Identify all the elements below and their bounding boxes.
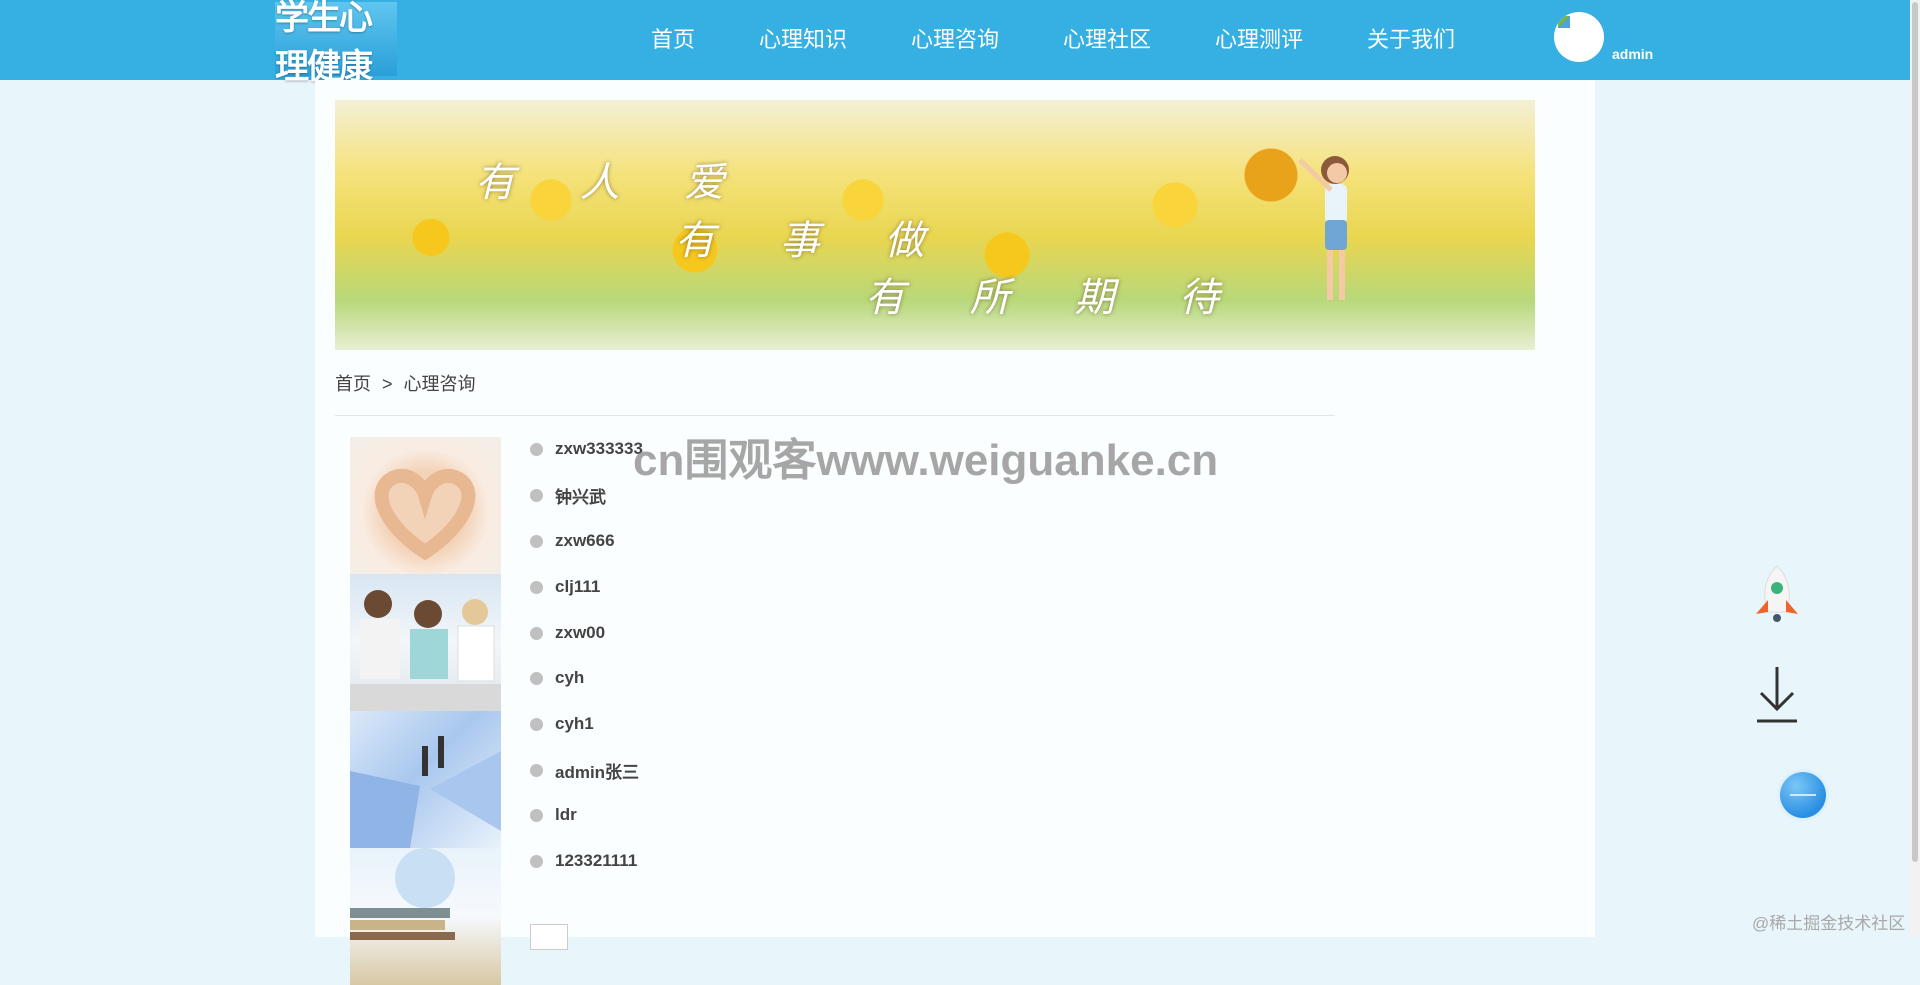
- overlay-watermark: cn围观客www.weiguanke.cn: [633, 436, 1219, 485]
- books-globe-image: [350, 848, 501, 985]
- banner-image: 有 人 爱 有 事 做 有 所 期 待: [335, 100, 1535, 350]
- banner-line-3: 有 所 期 待: [865, 275, 1246, 321]
- consultation-meeting-image: [350, 574, 501, 711]
- bullet-icon: [530, 763, 543, 777]
- bullet-icon: [530, 854, 543, 868]
- list-item[interactable]: cyh: [530, 666, 584, 690]
- bullet-icon: [530, 442, 543, 456]
- section-divider: [335, 415, 1335, 416]
- counselor-name[interactable]: clj111: [555, 577, 600, 597]
- counselor-name[interactable]: cyh1: [555, 714, 594, 734]
- scrollbar-thumb[interactable]: [1912, 2, 1918, 862]
- banner-line-1: 有 人 爱: [475, 160, 751, 206]
- top-navigation-bar: 学生心理健康 首页 心理知识 心理咨询 心理社区 心理测评 关于我们 admin: [0, 0, 1920, 86]
- counselor-name[interactable]: ldr: [555, 805, 577, 825]
- counselor-name[interactable]: 123321111: [555, 851, 637, 871]
- side-image-strip: [350, 437, 501, 985]
- nav-home[interactable]: 首页: [651, 22, 695, 54]
- list-item[interactable]: zxw333333: [530, 437, 643, 461]
- source-credit: @稀土掘金技术社区: [1752, 914, 1906, 933]
- bullet-icon: [530, 808, 543, 822]
- list-item[interactable]: zxw00: [530, 621, 605, 645]
- page-scrollbar[interactable]: [1910, 0, 1920, 937]
- nav-consultation[interactable]: 心理咨询: [911, 22, 999, 54]
- list-item[interactable]: zxw666: [530, 529, 615, 553]
- nav-about-us[interactable]: 关于我们: [1367, 22, 1455, 54]
- counselor-name[interactable]: cyh: [555, 668, 584, 688]
- nav-assessment[interactable]: 心理测评: [1215, 22, 1303, 54]
- bullet-icon: [530, 534, 543, 548]
- business-arrows-image: [350, 711, 501, 848]
- user-avatar[interactable]: [1554, 12, 1604, 62]
- bullet-icon: [530, 671, 543, 685]
- counselor-name[interactable]: 钟兴武: [555, 483, 606, 508]
- heart-hands-image: [350, 437, 501, 574]
- bullet-icon: [530, 626, 543, 640]
- bullet-icon: [530, 580, 543, 594]
- banner-line-2: 有 事 做: [675, 218, 951, 264]
- breadcrumb-current: 心理咨询: [403, 374, 476, 394]
- blue-circle-icon[interactable]: [1780, 772, 1826, 818]
- breadcrumb-home[interactable]: 首页: [335, 374, 371, 394]
- list-item[interactable]: 123321111: [530, 849, 637, 873]
- list-item[interactable]: clj111: [530, 575, 600, 599]
- breadcrumb: 首页 > 心理咨询: [335, 370, 476, 396]
- list-item[interactable]: 钟兴武: [530, 483, 606, 507]
- site-logo[interactable]: 学生心理健康: [275, 0, 397, 86]
- rocket-icon[interactable]: [1750, 564, 1804, 628]
- download-icon[interactable]: [1755, 665, 1799, 725]
- list-item[interactable]: cyh1: [530, 712, 594, 736]
- counselor-name[interactable]: admin张三: [555, 758, 639, 783]
- pagination-button[interactable]: [530, 924, 568, 950]
- counselor-name[interactable]: zxw333333: [555, 439, 643, 459]
- nav-knowledge[interactable]: 心理知识: [759, 22, 847, 54]
- child-figure-icon: [1298, 156, 1349, 300]
- nav-community[interactable]: 心理社区: [1063, 22, 1151, 54]
- list-item[interactable]: ldr: [530, 803, 577, 827]
- counselor-name[interactable]: zxw666: [555, 531, 615, 551]
- counselor-name[interactable]: zxw00: [555, 623, 605, 643]
- broken-image-icon: [1558, 16, 1570, 28]
- breadcrumb-separator: >: [382, 374, 393, 394]
- bullet-icon: [530, 488, 543, 502]
- username-label[interactable]: admin: [1612, 46, 1653, 62]
- bullet-icon: [530, 717, 543, 731]
- list-item[interactable]: admin张三: [530, 758, 639, 782]
